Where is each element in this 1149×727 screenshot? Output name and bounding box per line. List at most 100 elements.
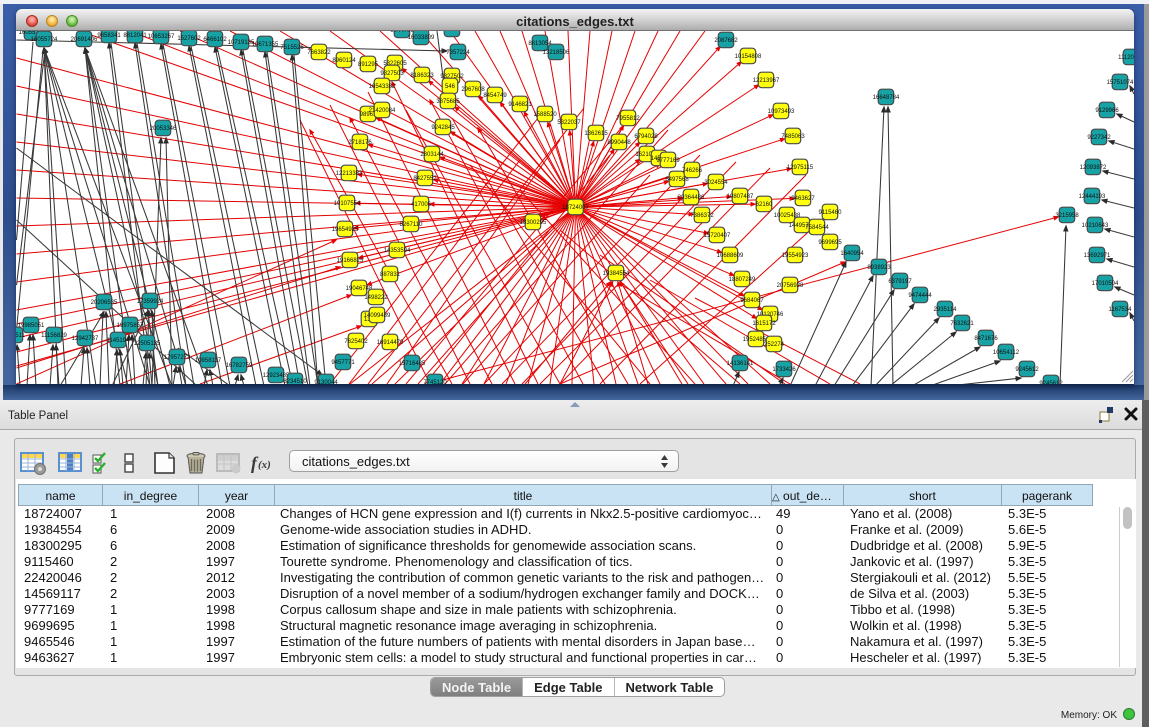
svg-text:12505135: 12505135 (134, 341, 161, 347)
svg-text:19554923: 19554923 (782, 253, 809, 259)
svg-text:14136141: 14136141 (727, 361, 754, 367)
svg-text:7386372: 7386372 (690, 213, 714, 219)
svg-text:6379197: 6379197 (888, 279, 912, 285)
svg-text:3024554: 3024554 (704, 180, 728, 186)
svg-text:14353594: 14353594 (384, 248, 411, 254)
svg-text:7745120: 7745120 (423, 380, 447, 384)
svg-text:1527602: 1527602 (177, 36, 201, 42)
svg-text:11156829: 11156829 (41, 333, 67, 339)
svg-text:746266: 746266 (682, 168, 703, 174)
svg-text:417006: 417006 (411, 202, 432, 208)
svg-text:10154808: 10154808 (735, 54, 762, 60)
svg-text:7663822: 7663822 (307, 50, 331, 56)
svg-text:9699695: 9699695 (818, 240, 842, 246)
svg-text:(x): (x) (258, 459, 271, 471)
svg-text:887831: 887831 (380, 272, 401, 278)
svg-text:9227342: 9227342 (1087, 135, 1111, 141)
svg-text:10653267: 10653267 (148, 34, 175, 40)
svg-text:546: 546 (445, 84, 456, 90)
svg-text:20053346: 20053346 (150, 126, 177, 132)
svg-text:18300295: 18300295 (520, 220, 547, 226)
svg-text:1615172: 1615172 (752, 321, 776, 327)
svg-text:7357224: 7357224 (446, 50, 470, 56)
svg-text:10671355: 10671355 (252, 42, 279, 48)
svg-text:8960124: 8960124 (332, 58, 356, 64)
svg-text:16782759: 16782759 (226, 363, 253, 369)
svg-text:12213383: 12213383 (336, 171, 363, 177)
svg-text:12444193: 12444193 (1079, 194, 1106, 200)
svg-text:19975857: 19975857 (117, 323, 144, 329)
svg-text:17010504: 17010504 (1092, 281, 1119, 287)
svg-text:10973493: 10973493 (768, 109, 795, 115)
svg-text:10807487: 10807487 (727, 194, 754, 200)
svg-text:19384554: 19384554 (603, 271, 630, 277)
svg-text:7625402: 7625402 (344, 339, 368, 345)
svg-text:9129966: 9129966 (1095, 108, 1119, 114)
svg-text:9684067: 9684067 (740, 298, 764, 304)
svg-text:9242845: 9242845 (431, 125, 455, 131)
svg-text:20691406: 20691406 (71, 37, 98, 43)
svg-text:3875685: 3875685 (436, 99, 460, 105)
svg-text:9858341: 9858341 (97, 33, 121, 39)
svg-text:1588520: 1588520 (533, 112, 557, 118)
svg-text:13692971: 13692971 (1084, 253, 1111, 259)
svg-text:991511: 991511 (16, 333, 25, 339)
svg-text:11120453: 11120453 (1118, 55, 1134, 61)
svg-text:7515526: 7515526 (280, 45, 304, 51)
svg-text:12975115: 12975115 (787, 165, 814, 171)
svg-text:6466102: 6466102 (203, 37, 227, 43)
svg-text:1362615: 1362615 (584, 131, 608, 137)
svg-text:8186323: 8186323 (410, 73, 434, 79)
svg-text:12942737: 12942737 (72, 336, 99, 342)
svg-text:12093872: 12093872 (1080, 165, 1107, 171)
svg-text:7955812: 7955812 (616, 116, 640, 122)
svg-text:13218506: 13218506 (543, 50, 570, 56)
svg-text:9146821: 9146821 (508, 102, 532, 108)
svg-text:9044706: 9044706 (390, 31, 414, 34)
svg-text:9245612: 9245612 (1015, 367, 1039, 373)
svg-text:10688609: 10688609 (717, 253, 744, 259)
svg-text:12213967: 12213967 (753, 78, 780, 84)
svg-text:9463627: 9463627 (791, 196, 815, 202)
svg-text:15720407: 15720407 (704, 233, 731, 239)
svg-text:10654112: 10654112 (993, 350, 1020, 356)
svg-text:8471676: 8471676 (974, 336, 998, 342)
svg-text:20756928: 20756928 (777, 283, 804, 289)
svg-text:252274: 252274 (764, 342, 785, 348)
svg-text:16543382: 16543382 (369, 84, 396, 90)
svg-text:1640954: 1640954 (840, 251, 864, 257)
svg-text:9474444: 9474444 (908, 293, 932, 299)
svg-text:8267110: 8267110 (400, 222, 424, 228)
svg-text:2087682: 2087682 (714, 38, 738, 44)
svg-text:15751074: 15751074 (1107, 80, 1134, 86)
svg-text:1498222: 1498222 (364, 295, 388, 301)
svg-text:14099489: 14099489 (364, 313, 391, 319)
svg-text:16055724: 16055724 (31, 37, 58, 43)
svg-text:8454749: 8454749 (483, 93, 507, 99)
svg-text:9245612: 9245612 (1039, 381, 1063, 384)
svg-text:9115460: 9115460 (819, 210, 843, 216)
svg-text:9777169: 9777169 (656, 158, 680, 164)
svg-text:62160: 62160 (756, 202, 773, 208)
svg-text:9130044: 9130044 (314, 380, 338, 384)
svg-text:20206535: 20206535 (91, 300, 118, 306)
svg-text:18807249: 18807249 (729, 277, 756, 283)
svg-text:21420084: 21420084 (369, 108, 396, 114)
svg-text:15716485: 15716485 (399, 361, 426, 367)
svg-text:1145194: 1145194 (107, 338, 131, 344)
svg-text:891295: 891295 (358, 62, 379, 68)
svg-text:2967608: 2967608 (461, 87, 485, 93)
svg-text:7584544: 7584544 (805, 225, 829, 231)
svg-text:19654925: 19654925 (332, 227, 359, 233)
svg-text:8234510: 8234510 (283, 379, 307, 384)
svg-text:1167534: 1167534 (1109, 307, 1133, 313)
svg-text:10107554: 10107554 (334, 201, 361, 207)
svg-text:5322037: 5322037 (557, 120, 581, 126)
svg-text:7485063: 7485063 (781, 134, 805, 140)
svg-text:10958117: 10958117 (195, 358, 222, 364)
svg-text:9327503: 9327503 (380, 71, 404, 77)
svg-text:6794028: 6794028 (634, 134, 658, 140)
svg-text:10210643: 10210643 (1082, 223, 1109, 229)
svg-text:1733426: 1733426 (772, 367, 796, 373)
svg-text:2935114: 2935114 (934, 307, 958, 313)
